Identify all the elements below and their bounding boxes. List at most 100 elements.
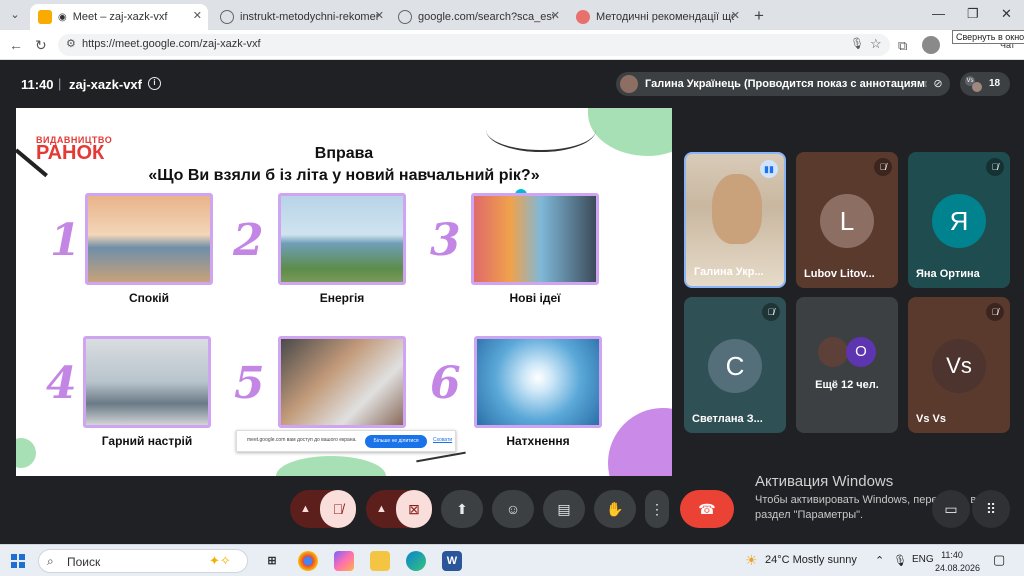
reactions-button[interactable]: ☺	[492, 490, 534, 528]
language-indicator[interactable]: ENG	[912, 554, 934, 565]
edge-icon[interactable]	[406, 551, 426, 571]
search-icon: ⌕	[47, 554, 54, 568]
paper-plane-sketch	[416, 451, 466, 463]
photo-sticky-notes	[471, 193, 599, 285]
meet-window: 11:40 | zaj-xazk-vxf i Галина Українець …	[2, 60, 1022, 544]
mic-off-icon: 🎙̸	[986, 158, 1004, 176]
windows-start-icon[interactable]	[11, 554, 25, 568]
item-number: 1	[50, 215, 81, 266]
close-tab-icon[interactable]: ✕	[731, 9, 740, 22]
emoji-icon: ☺	[505, 501, 521, 517]
item-caption: Гарний настрій	[101, 434, 193, 448]
photo-cliff	[278, 193, 406, 285]
chat-button[interactable]: ▭	[932, 490, 970, 528]
presenter-chip[interactable]: Галина Українець (Проводится показ с анн…	[616, 72, 947, 96]
tab-search[interactable]: google.com/search?sca_esv=7e6a ✕	[390, 4, 566, 30]
leave-call-button[interactable]: ☎	[680, 490, 734, 528]
restore-icon[interactable]: ❐	[967, 6, 979, 22]
mic-off-icon[interactable]: 🎙̸	[320, 490, 356, 528]
tab-label: google.com/search?sca_esv=7e6a	[418, 11, 554, 23]
present-button[interactable]: ⬆	[441, 490, 483, 528]
notifications-icon[interactable]: ▢	[993, 552, 1005, 568]
activation-title: Активация Windows	[755, 473, 894, 490]
mic-control[interactable]: ▲ 🎙̸	[290, 490, 356, 528]
presented-slide: ВИДАВНИЦТВО РАНОК Вправа «Що Ви взяли б …	[16, 108, 672, 476]
camera-off-icon[interactable]: ⊠	[396, 490, 432, 528]
chevron-up-icon[interactable]: ▲	[300, 490, 311, 528]
people-button[interactable]: Vs 18	[960, 72, 1010, 96]
minimize-icon[interactable]: —	[932, 6, 945, 21]
more-participants-tile[interactable]: О Ещё 12 чел.	[796, 297, 898, 433]
extensions-icon[interactable]: ⧉	[898, 38, 907, 54]
participant-tile[interactable]: Vs 🎙̸ Vs Vs	[908, 297, 1010, 433]
participant-name: Vs Vs	[916, 413, 946, 425]
participant-tile[interactable]: Я 🎙̸ Яна Ортина	[908, 152, 1010, 288]
decor-blob	[276, 456, 386, 476]
restore-tooltip: Свернуть в окно	[952, 30, 1024, 44]
tab-meet[interactable]: ◉ Meet – zaj-xazk-vxf ✕	[30, 4, 208, 30]
participant-tile[interactable]: ▮▮ Галина Укр...	[684, 152, 786, 288]
weather-text[interactable]: 24°C Mostly sunny	[765, 554, 857, 566]
word-icon[interactable]: W	[442, 551, 462, 571]
stop-sharing-button[interactable]: Більше не ділитися	[365, 435, 427, 448]
photo-team-hands	[278, 336, 406, 428]
mic-icon[interactable]: 🎙	[850, 37, 864, 50]
more-options-button[interactable]: ⋮	[645, 490, 669, 528]
participant-name: Светлана З...	[692, 413, 763, 425]
site-info-icon[interactable]: ⚙	[66, 37, 76, 50]
hide-link[interactable]: Сховати	[433, 437, 452, 443]
weather-icon[interactable]: ☀	[745, 552, 758, 569]
mic-off-icon: 🎙̸	[986, 303, 1004, 321]
chat-icon: ▭	[944, 501, 958, 517]
reload-icon[interactable]: ↻	[35, 37, 47, 54]
tab-label: instrukt-metodychni-rekomend.pdf	[240, 11, 380, 23]
search-placeholder: Поиск	[67, 555, 101, 569]
close-window-icon[interactable]: ✕	[1001, 6, 1012, 22]
copilot-icon[interactable]	[334, 551, 354, 571]
address-bar[interactable]: ⚙ https://meet.google.com/zaj-xazk-vxf 🎙…	[58, 34, 890, 56]
taskbar-search[interactable]: ⌕ Поиск ✦✧	[38, 549, 248, 573]
chevron-up-icon[interactable]: ▲	[376, 490, 387, 528]
mic-tray-icon[interactable]: 🎙	[893, 554, 907, 567]
raise-hand-button[interactable]: ✋	[594, 490, 636, 528]
participant-video	[712, 174, 762, 244]
close-tab-icon[interactable]: ✕	[375, 9, 384, 22]
item-caption: Натхнення	[506, 434, 570, 448]
tab-doc[interactable]: Методичні рекомендації щодо з ✕	[568, 4, 746, 30]
recording-dot-icon: ◉	[58, 11, 67, 23]
mic-off-icon: 🎙̸	[874, 158, 892, 176]
photo-sun-hands	[474, 336, 602, 428]
avatar: С	[708, 339, 762, 393]
profile-avatar[interactable]	[922, 36, 940, 54]
tab-label: Meet – zaj-xazk-vxf	[72, 11, 168, 23]
file-explorer-icon[interactable]	[370, 551, 390, 571]
task-view-icon[interactable]: ⊞	[262, 551, 282, 571]
globe-icon	[398, 10, 412, 24]
item-number: 5	[234, 358, 265, 409]
chrome-icon[interactable]	[298, 551, 318, 571]
info-icon[interactable]: i	[148, 77, 161, 90]
photo-hammock	[85, 193, 213, 285]
tab-pdf[interactable]: instrukt-metodychni-rekomend.pdf ✕	[212, 4, 390, 30]
participant-name: Lubov Litov...	[804, 268, 875, 280]
stop-presenting-icon[interactable]: ⊘	[926, 72, 950, 96]
sparkle-icon: ✦✧	[209, 553, 231, 568]
chevron-up-icon[interactable]: ⌃	[875, 554, 884, 567]
participant-tile[interactable]: L 🎙̸ Lubov Litov...	[796, 152, 898, 288]
participant-count: 18	[989, 78, 1001, 89]
avatar	[818, 337, 848, 367]
back-icon[interactable]: ←	[9, 37, 23, 53]
avatar: Vs	[932, 339, 986, 393]
close-tab-icon[interactable]: ✕	[193, 9, 202, 22]
new-tab-icon[interactable]: +	[754, 6, 764, 26]
close-tab-icon[interactable]: ✕	[551, 9, 560, 22]
camera-control[interactable]: ▲ ⊠	[366, 490, 432, 528]
taskbar-clock[interactable]: 11:40 24.08.2026	[935, 549, 980, 575]
bookmark-star-icon[interactable]: ☆	[870, 36, 882, 52]
tab-search-icon[interactable]: ⌄	[6, 6, 24, 24]
participant-tile[interactable]: С 🎙̸ Светлана З...	[684, 297, 786, 433]
google-meet-icon	[38, 10, 52, 24]
captions-button[interactable]: ▤	[543, 490, 585, 528]
mic-off-icon: 🎙̸	[762, 303, 780, 321]
activities-button[interactable]: ⠿	[972, 490, 1010, 528]
